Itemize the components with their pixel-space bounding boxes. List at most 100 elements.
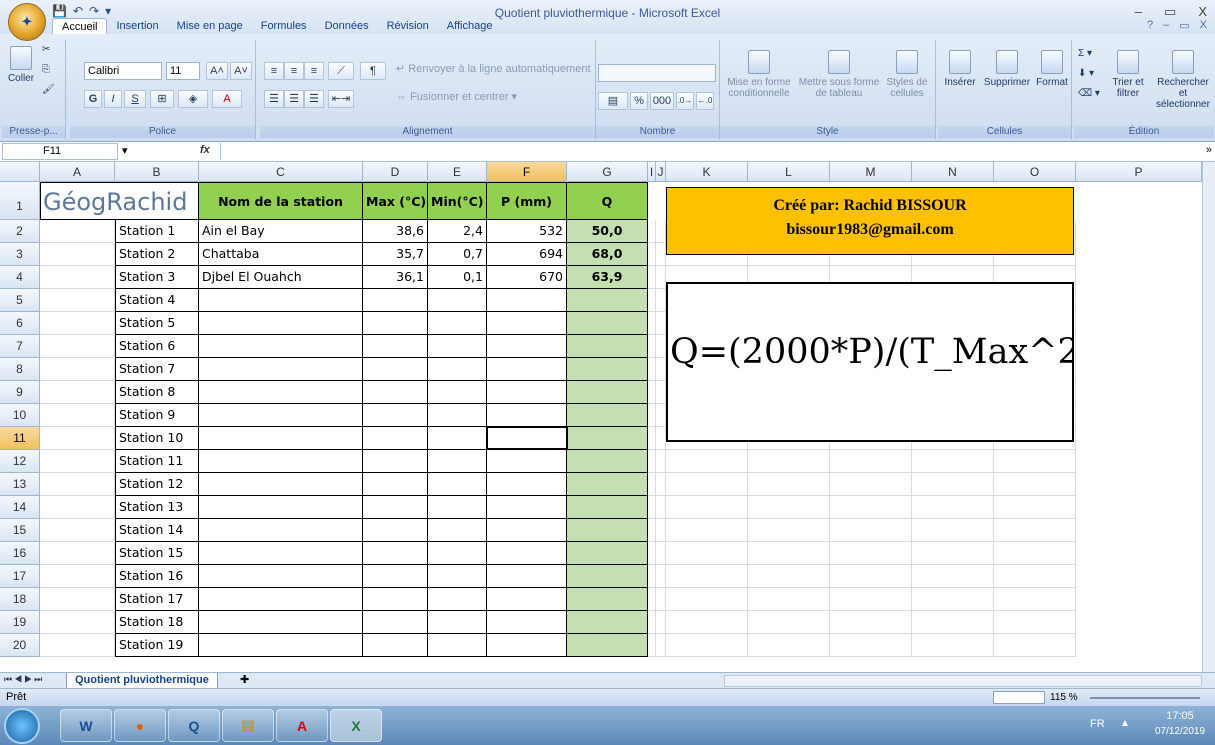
cell-a[interactable]	[40, 450, 115, 473]
column-header[interactable]: A	[40, 162, 115, 182]
station-name[interactable]	[199, 312, 363, 335]
station-min[interactable]	[428, 450, 487, 473]
formula-input[interactable]	[220, 143, 1195, 160]
station-max[interactable]	[363, 542, 428, 565]
format-button[interactable]: Format	[1034, 50, 1070, 88]
station-min[interactable]	[428, 289, 487, 312]
empty-cell[interactable]	[912, 542, 994, 565]
station-p[interactable]: 694	[487, 243, 567, 266]
station-id[interactable]: Station 10	[115, 427, 199, 450]
empty-cell[interactable]	[648, 220, 656, 243]
row-header[interactable]: 13	[0, 473, 40, 496]
empty-cell[interactable]	[656, 381, 666, 404]
cell-a[interactable]	[40, 289, 115, 312]
office-button[interactable]: ✦	[8, 3, 46, 41]
empty-cell[interactable]	[912, 496, 994, 519]
decrease-decimal-icon[interactable]: ←.0	[696, 92, 714, 110]
empty-cell[interactable]	[994, 634, 1076, 657]
empty-cell[interactable]	[748, 496, 830, 519]
station-max[interactable]	[363, 381, 428, 404]
empty-cell[interactable]	[748, 473, 830, 496]
cut-icon[interactable]: ✂	[42, 44, 50, 55]
station-name[interactable]	[199, 450, 363, 473]
grow-font-icon[interactable]: A˄	[206, 62, 228, 80]
empty-cell[interactable]	[830, 565, 912, 588]
station-q[interactable]	[567, 427, 648, 450]
empty-cell[interactable]	[912, 450, 994, 473]
station-id[interactable]: Station 2	[115, 243, 199, 266]
expand-formula-icon[interactable]: »	[1206, 144, 1212, 156]
station-max[interactable]	[363, 289, 428, 312]
station-max[interactable]	[363, 565, 428, 588]
empty-cell[interactable]	[656, 289, 666, 312]
empty-cell[interactable]	[648, 519, 656, 542]
empty-cell[interactable]	[656, 358, 666, 381]
station-q[interactable]: 63,9	[567, 266, 648, 289]
empty-cell[interactable]	[994, 496, 1076, 519]
empty-cell[interactable]	[830, 588, 912, 611]
excel-taskbar-icon[interactable]: X	[330, 709, 382, 742]
column-header[interactable]: I	[648, 162, 656, 182]
station-p[interactable]	[487, 335, 567, 358]
station-q[interactable]: 50,0	[567, 220, 648, 243]
station-min[interactable]	[428, 565, 487, 588]
empty-cell[interactable]	[648, 450, 656, 473]
cell-a[interactable]	[40, 243, 115, 266]
minimize-button[interactable]: –	[1135, 4, 1142, 20]
column-header[interactable]: N	[912, 162, 994, 182]
column-header[interactable]: D	[363, 162, 428, 182]
empty-cell[interactable]	[994, 542, 1076, 565]
autosum-icon[interactable]: Σ ▾	[1078, 48, 1092, 59]
name-box-dropdown-icon[interactable]: ▾	[122, 144, 128, 157]
station-name[interactable]	[199, 358, 363, 381]
align-middle-icon[interactable]: ≡	[284, 62, 304, 80]
station-name[interactable]	[199, 289, 363, 312]
station-max[interactable]: 35,7	[363, 243, 428, 266]
station-name[interactable]	[199, 611, 363, 634]
station-p[interactable]	[487, 542, 567, 565]
increase-decimal-icon[interactable]: .0→	[676, 92, 694, 110]
station-p[interactable]	[487, 381, 567, 404]
empty-cell[interactable]	[656, 243, 666, 266]
station-max[interactable]	[363, 519, 428, 542]
station-id[interactable]: Station 11	[115, 450, 199, 473]
station-id[interactable]: Station 18	[115, 611, 199, 634]
station-name[interactable]	[199, 588, 363, 611]
station-id[interactable]: Station 19	[115, 634, 199, 657]
row-header[interactable]: 18	[0, 588, 40, 611]
format-painter-icon[interactable]: 🖌	[42, 84, 55, 95]
station-name[interactable]	[199, 381, 363, 404]
station-id[interactable]: Station 13	[115, 496, 199, 519]
underline-button[interactable]: S	[124, 90, 146, 108]
station-min[interactable]	[428, 312, 487, 335]
station-q[interactable]	[567, 565, 648, 588]
empty-cell[interactable]	[656, 565, 666, 588]
insert-button[interactable]: Insérer	[940, 50, 980, 88]
station-q[interactable]	[567, 404, 648, 427]
station-id[interactable]: Station 7	[115, 358, 199, 381]
empty-cell[interactable]	[648, 634, 656, 657]
selected-cell[interactable]	[486, 426, 568, 450]
station-min[interactable]	[428, 519, 487, 542]
station-q[interactable]	[567, 289, 648, 312]
cell-a[interactable]	[40, 473, 115, 496]
empty-cell[interactable]	[748, 519, 830, 542]
align-right-icon[interactable]: ☰	[304, 90, 324, 108]
station-name[interactable]	[199, 473, 363, 496]
column-header[interactable]: F	[487, 162, 567, 182]
station-name[interactable]	[199, 519, 363, 542]
column-header[interactable]: J	[656, 162, 666, 182]
station-id[interactable]: Station 9	[115, 404, 199, 427]
cell-a[interactable]	[40, 266, 115, 289]
tab-accueil[interactable]: Accueil	[52, 18, 108, 34]
insert-sheet-icon[interactable]: ✚	[240, 673, 249, 686]
row-header[interactable]: 2	[0, 220, 40, 243]
empty-cell[interactable]	[748, 450, 830, 473]
copy-icon[interactable]: ⎘	[42, 64, 50, 75]
start-button[interactable]	[4, 708, 40, 744]
row-header[interactable]: 3	[0, 243, 40, 266]
station-min[interactable]: 0,7	[428, 243, 487, 266]
station-p[interactable]	[487, 565, 567, 588]
explorer-taskbar-icon[interactable]: ▤	[222, 709, 274, 742]
font-color-icon[interactable]: A	[212, 90, 242, 108]
